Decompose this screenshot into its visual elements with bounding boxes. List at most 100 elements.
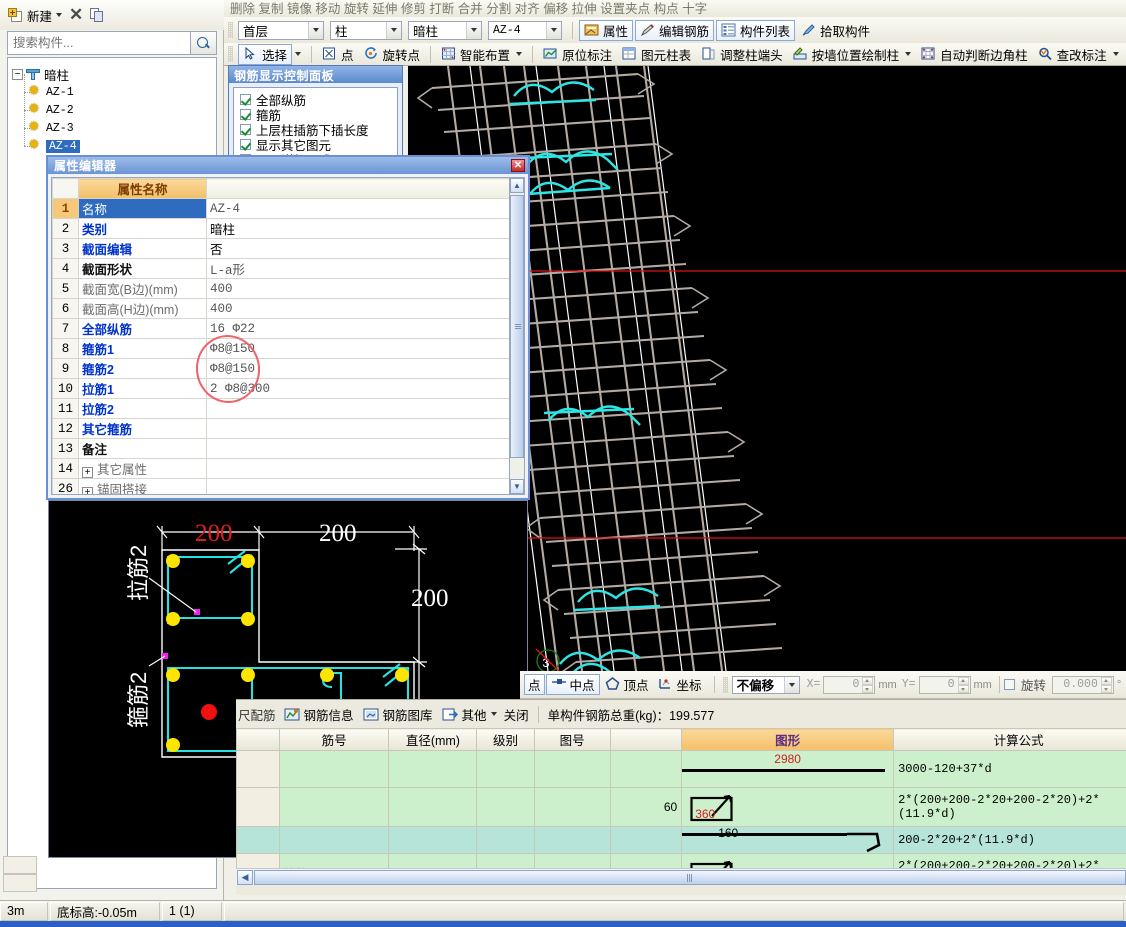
close-icon[interactable]: ✕ xyxy=(511,159,525,172)
smart-layout-button[interactable]: 智能布置 xyxy=(437,44,526,65)
check-annotation-button[interactable]: 查改标注 xyxy=(1034,44,1123,65)
col-bar-no[interactable]: 筋号 xyxy=(278,728,390,751)
row-value[interactable] xyxy=(206,478,510,494)
cell-formula[interactable]: 3000-120+37*d xyxy=(893,750,1126,788)
property-editor-titlebar[interactable]: 属性编辑器 ✕ xyxy=(48,157,528,174)
table-row[interactable]: 8 箍筋1 Φ8@150 xyxy=(52,338,510,359)
table-row[interactable]: 10 拉筋1 2 Φ8@300 xyxy=(52,378,510,399)
toolbar-grip[interactable] xyxy=(228,46,233,62)
row-value[interactable]: L-a形 xyxy=(206,258,510,279)
other-label[interactable]: 其他 xyxy=(462,705,487,724)
chevron-down-icon[interactable] xyxy=(905,52,912,56)
table-row[interactable]: 7 全部纵筋 16 Φ22 xyxy=(52,318,510,339)
cell-dim[interactable]: 160 xyxy=(609,853,683,868)
cell-formula[interactable]: 2*(200+200-2*20+200-2*20)+2*(11.9*d) xyxy=(893,853,1126,868)
copy-component-button[interactable] xyxy=(90,7,106,23)
row-value[interactable] xyxy=(206,418,510,439)
table-row[interactable]: 14 + 其它属性 xyxy=(52,458,510,479)
row-value[interactable]: 16 Φ22 xyxy=(206,318,510,339)
row-value[interactable]: 400 xyxy=(206,298,510,319)
table-row[interactable]: 160 200-2*20+2*(11.9*d) 350 22 0 xyxy=(236,826,1126,854)
rebar-info-label[interactable]: 钢筋信息 xyxy=(304,705,354,724)
table-row[interactable]: 4 截面形状 L-a形 xyxy=(52,258,510,279)
col-grade[interactable]: 级别 xyxy=(476,728,535,751)
table-row[interactable]: 2980 3000-120+37*d 层高-节点高+锚固 3694 16 0 xyxy=(236,750,1126,788)
cell-dim[interactable] xyxy=(609,750,683,788)
col-fig-no[interactable]: 图号 xyxy=(533,728,611,751)
cell-grade[interactable] xyxy=(476,826,535,854)
coordinate-snap-button[interactable]: 坐标 xyxy=(654,674,706,695)
table-row[interactable]: 13 备注 xyxy=(52,438,510,459)
cell-shape[interactable]: 2980 xyxy=(681,750,895,788)
search-button[interactable] xyxy=(191,31,217,55)
table-row[interactable]: 1 名称 AZ-4 xyxy=(52,198,510,219)
midpoint-snap-button[interactable]: 中点 xyxy=(545,674,600,695)
y-offset-input[interactable]: 0 xyxy=(918,675,971,694)
cell-grade[interactable] xyxy=(476,787,535,827)
endpoint-snap-button[interactable]: 点 xyxy=(524,674,545,695)
row-value[interactable] xyxy=(206,398,510,419)
cell-shape[interactable]: 160 xyxy=(681,826,895,854)
expand-icon[interactable]: + xyxy=(82,487,93,494)
table-row[interactable]: 5 截面宽(B边)(mm) 400 xyxy=(52,278,510,299)
cell-diameter[interactable]: 8 xyxy=(388,853,478,868)
row-value[interactable]: 否 xyxy=(206,238,510,259)
chevron-down-icon[interactable] xyxy=(783,676,799,693)
chevron-down-icon[interactable] xyxy=(546,21,561,39)
scrollbar-thumb[interactable] xyxy=(254,869,1126,885)
cell-fig-no[interactable]: 195 xyxy=(533,853,611,868)
chevron-down-icon[interactable] xyxy=(490,712,497,716)
scale-rebar-label[interactable]: 尺配筋 xyxy=(238,705,276,724)
in-place-annotation-button[interactable]: 原位标注 xyxy=(539,44,616,65)
cell-formula[interactable]: 200-2*20+2*(11.9*d) xyxy=(893,826,1126,854)
tree-root-node[interactable]: − 暗柱 xyxy=(8,65,216,83)
point-tool-button[interactable]: 点 xyxy=(318,44,358,65)
row-value[interactable] xyxy=(206,438,510,459)
draw-column-by-wall-button[interactable]: 按墙位置绘制柱 xyxy=(789,44,916,65)
rotate-spinner-icon[interactable] xyxy=(1100,676,1112,693)
pick-member-button[interactable]: 拾取构件 xyxy=(797,20,874,41)
toolbar-grip[interactable] xyxy=(722,676,728,693)
chevron-down-icon[interactable] xyxy=(308,21,323,39)
cell-fig-no[interactable] xyxy=(533,787,611,827)
cell-bar-no[interactable]: 箍筋2 xyxy=(278,853,390,868)
tree-item-az-4[interactable]: AZ-4 xyxy=(8,128,216,155)
vertex-snap-button[interactable]: 顶点 xyxy=(601,674,653,695)
collapse-icon[interactable]: − xyxy=(12,68,23,80)
table-row[interactable]: 2 类别 暗柱 xyxy=(52,218,510,239)
cell-diameter[interactable] xyxy=(388,787,478,827)
x-spinner-icon[interactable] xyxy=(862,676,874,693)
row-value[interactable]: Φ8@150 xyxy=(206,338,510,359)
scroll-down-icon[interactable]: ▼ xyxy=(510,479,524,494)
x-offset-input[interactable]: 0 xyxy=(823,675,876,694)
checkbox-checked-icon[interactable] xyxy=(240,109,251,120)
cell-dim[interactable] xyxy=(609,826,683,854)
checkbox-checked-icon[interactable] xyxy=(240,94,251,105)
rebar-detail-table[interactable]: 筋号 直径(mm) 级别 图号 图形 计算公式 公式描述 长度(mm) 根数 搭… xyxy=(236,728,1126,868)
cell-fig-no[interactable] xyxy=(533,826,611,854)
table-row[interactable]: 3 截面编辑 否 xyxy=(52,238,510,259)
scrollbar-thumb[interactable] xyxy=(510,195,524,458)
cell-bar-no[interactable] xyxy=(278,787,390,827)
cell-bar-no[interactable] xyxy=(278,826,390,854)
col-shape[interactable]: 图形 xyxy=(681,728,895,751)
member-list-button[interactable]: 构件列表 xyxy=(716,19,796,41)
cell-shape[interactable]: 360 xyxy=(681,787,895,827)
table-row[interactable]: 60 360 2*(200+200-2*20+200-2*20)+2*(11.9… xyxy=(236,787,1126,827)
edit-rebar-button[interactable]: 编辑钢筋 xyxy=(635,19,715,41)
new-component-button[interactable]: 新建 xyxy=(8,6,63,25)
category-select[interactable]: 柱 xyxy=(330,20,402,40)
select-tool-button[interactable]: 选择 xyxy=(238,43,293,65)
row-value[interactable]: 400 xyxy=(206,278,510,299)
checkbox-checked-icon[interactable] xyxy=(240,139,251,150)
delete-component-button[interactable]: ✕ xyxy=(69,6,83,23)
rebar-table-hscrollbar[interactable]: ◀ xyxy=(236,868,1126,885)
offset-mode-select[interactable]: 不偏移 xyxy=(731,675,800,694)
tree-item-az-2[interactable]: AZ-2 xyxy=(8,92,216,119)
cell-grade[interactable]: Φ xyxy=(476,853,535,868)
cell-dim[interactable]: 60 xyxy=(609,787,683,827)
search-input[interactable] xyxy=(7,31,191,55)
cell-grade[interactable] xyxy=(476,750,535,788)
scroll-up-icon[interactable]: ▲ xyxy=(510,178,524,193)
property-grid[interactable]: 属性名称 1 名称 AZ-4 2 类别 暗柱 3 截面编辑 否 4 截面形状 L… xyxy=(51,177,511,495)
